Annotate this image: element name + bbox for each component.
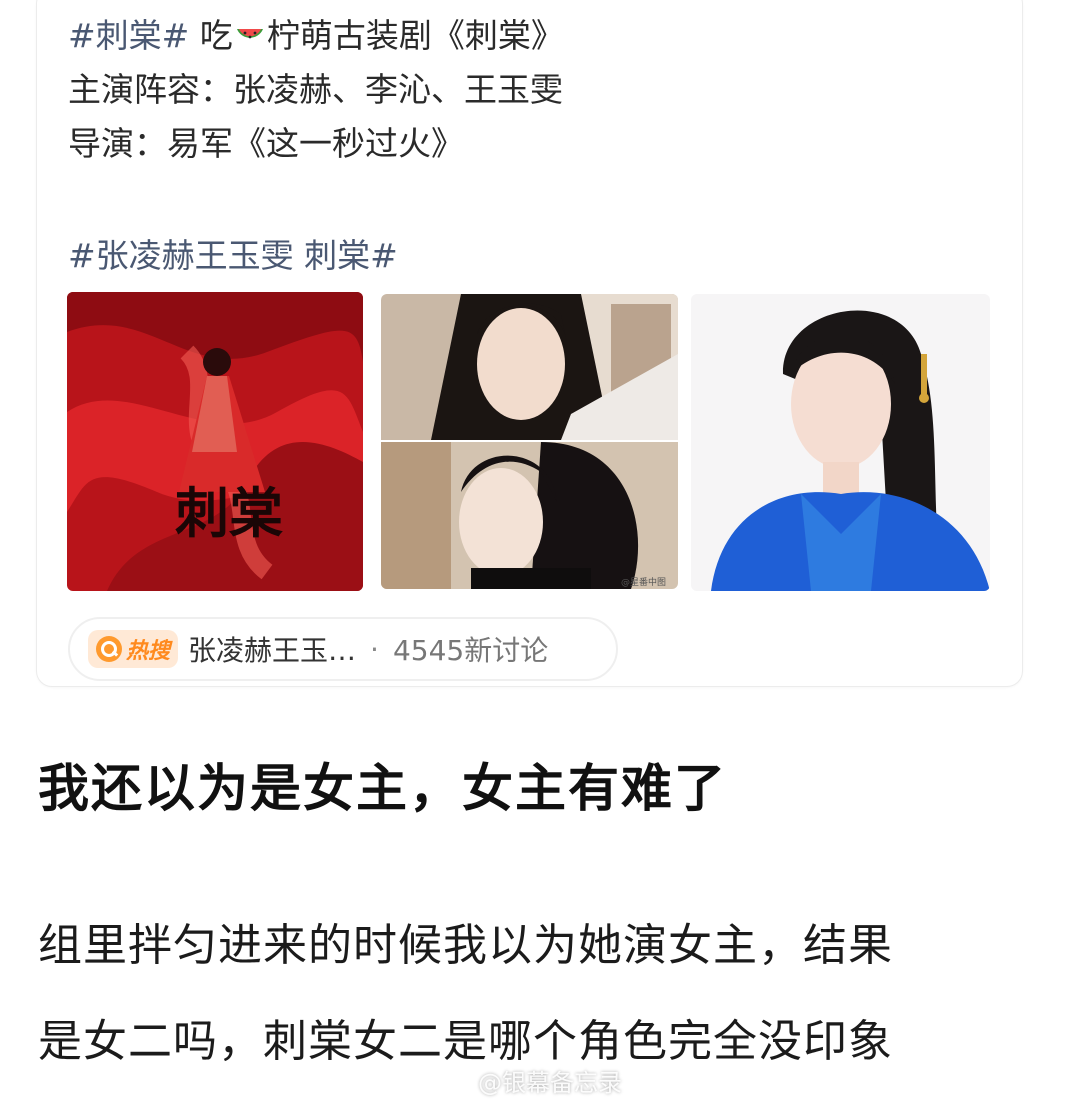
- separator-dot: ·: [370, 632, 379, 666]
- weibo-logo-icon: [440, 1068, 473, 1094]
- post-line-3: 导演：易军《这一秒过火》: [68, 124, 464, 163]
- actor-photo-2[interactable]: @星番中图: [381, 442, 678, 589]
- article-body-line-1: 组里拌匀进来的时候我以为她演女主，结果: [38, 920, 893, 971]
- hashtag-link[interactable]: #刺棠#: [68, 16, 189, 55]
- hot-search-badge-label: 热搜: [126, 639, 171, 664]
- hashtag-link-2[interactable]: #张凌赫王玉雯 刺棠#: [68, 236, 398, 276]
- post-text: 柠萌古装剧《刺棠》: [266, 16, 564, 55]
- post-text: 吃: [189, 16, 233, 55]
- watermelon-icon: [236, 29, 263, 39]
- actress-photo[interactable]: [691, 294, 990, 591]
- poster-title: 刺棠: [175, 481, 283, 545]
- poster-image[interactable]: 刺棠: [67, 292, 363, 591]
- article-headline: 我还以为是女主，女主有难了: [38, 760, 728, 819]
- post-line-2: 主演阵容：张凌赫、李沁、王玉雯: [68, 70, 563, 109]
- discussion-count: 4545新讨论: [392, 634, 549, 667]
- post-line-1: #刺棠# 吃柠萌古装剧《刺棠》: [68, 16, 564, 56]
- hot-search-badge: 热搜: [88, 630, 179, 668]
- image-watermark: @星番中图: [621, 576, 666, 588]
- watermark-text: @银幕备忘录: [478, 1068, 622, 1097]
- actor-photo-1[interactable]: [381, 294, 678, 440]
- account-watermark: @银幕备忘录: [440, 1062, 622, 1098]
- hot-search-topic: 张凌赫王玉…: [188, 634, 357, 667]
- search-icon: [96, 636, 122, 662]
- hot-search-tag[interactable]: 热搜 张凌赫王玉… · 4545新讨论: [68, 617, 618, 681]
